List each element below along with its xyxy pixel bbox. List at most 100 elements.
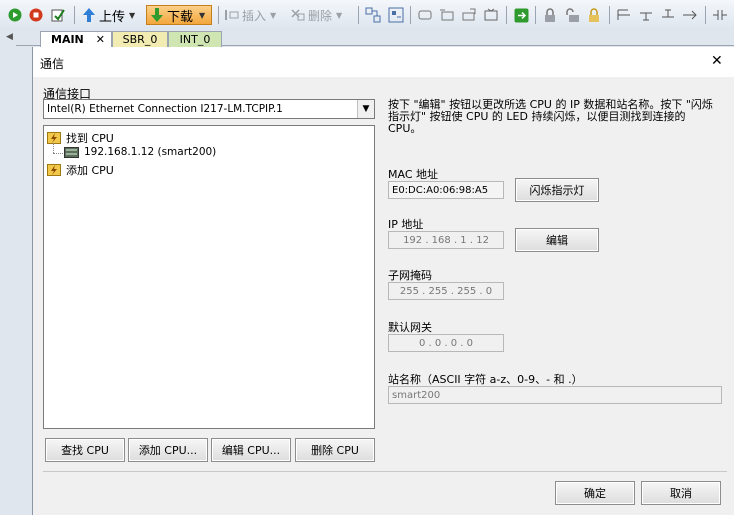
green-arrow-icon <box>514 8 528 22</box>
lightning-folder-icon <box>47 164 61 176</box>
interface-select[interactable]: Intel(R) Ethernet Connection I217-LM.TCP… <box>43 99 375 119</box>
delete-cpu-button[interactable]: 删除 CPU <box>295 438 375 462</box>
stop-button[interactable] <box>27 5 45 25</box>
find-cpu-button[interactable]: 查找 CPU <box>45 438 125 462</box>
tree-node-label: 添加 CPU <box>66 164 114 177</box>
compile-button[interactable] <box>48 5 68 25</box>
blink-led-button[interactable]: 闪烁指示灯 <box>515 178 599 202</box>
tree-node-label: 找到 CPU <box>66 132 114 145</box>
toolbar-separator <box>410 6 411 24</box>
station-name-field[interactable]: smart200 <box>388 386 722 404</box>
toolbar: 上传 ▼ 下载 ▼ 插入 ▼ 删除 ▼ <box>0 0 734 31</box>
close-icon[interactable]: ✕ <box>96 32 105 47</box>
dialog-divider <box>43 471 727 472</box>
tree-connector <box>53 153 63 155</box>
stop-icon <box>29 8 43 22</box>
chevron-down-icon: ▼ <box>129 10 136 20</box>
unlock-button[interactable] <box>562 5 582 25</box>
program-view-button[interactable] <box>386 5 406 25</box>
tab-int0[interactable]: INT_0 <box>168 31 222 47</box>
upload-button[interactable]: 上传 ▼ <box>81 5 143 25</box>
download-button[interactable]: 下载 ▼ <box>146 5 212 25</box>
chevron-down-icon: ▼ <box>336 10 343 20</box>
delete-label: 删除 <box>308 8 333 23</box>
chevron-left-icon[interactable]: ◀ <box>6 32 13 42</box>
toolbar-separator <box>358 6 359 24</box>
arrow-down-icon <box>151 8 163 22</box>
insert-button[interactable]: 插入 ▼ <box>224 5 286 25</box>
insert-icon <box>225 10 239 20</box>
toolbar-separator <box>535 6 536 24</box>
cancel-button[interactable]: 取消 <box>641 481 721 505</box>
tree-node-device[interactable]: 192.168.1.12 (smart200) <box>64 146 216 158</box>
tab-label: SBR_0 <box>122 33 158 46</box>
tab-sbr0[interactable]: SBR_0 <box>112 31 168 47</box>
subnet-label: 子网掩码 <box>388 269 432 282</box>
dialog-title: 通信 <box>40 57 65 71</box>
key-lock-button[interactable] <box>584 5 604 25</box>
editor-tabs: ◀ MAIN ✕ SBR_0 INT_0 <box>0 30 734 47</box>
arrow-right-icon <box>683 10 697 20</box>
subnet-field[interactable]: 255 . 255 . 255 . 0 <box>388 282 504 300</box>
communication-dialog: 通信 ✕ 通信接口 Intel(R) Ethernet Connection I… <box>32 47 734 515</box>
gateway-label: 默认网关 <box>388 321 432 334</box>
toolbar-separator <box>506 6 507 24</box>
go-button[interactable] <box>511 5 531 25</box>
chevron-down-icon: ▼ <box>199 10 206 20</box>
dialog-titlebar: 通信 ✕ <box>33 47 734 77</box>
run-button[interactable] <box>6 5 24 25</box>
ok-button[interactable]: 确定 <box>555 481 635 505</box>
rectangle-icon <box>418 10 432 20</box>
delete-icon <box>291 9 305 21</box>
key-lock-icon <box>589 7 599 22</box>
upload-label: 上传 <box>99 9 126 25</box>
network-icon <box>365 7 381 23</box>
mac-field: E0:DC:A0:06:98:A5 <box>388 181 504 199</box>
delete-button[interactable]: 删除 ▼ <box>290 5 354 25</box>
toolbar-separator <box>609 6 610 24</box>
tab-label: MAIN <box>51 33 84 46</box>
station-name-label: 站名称（ASCII 字符 a-z、0-9、- 和 .） <box>388 373 583 386</box>
contact-insert-button[interactable] <box>710 5 730 25</box>
lock-button[interactable] <box>540 5 560 25</box>
coil-button[interactable] <box>437 5 457 25</box>
arrow-up-icon <box>83 8 95 22</box>
add-cpu-button[interactable]: 添加 CPU... <box>128 438 208 462</box>
tab-main[interactable]: MAIN ✕ <box>40 31 112 47</box>
toolbar-separator <box>705 6 706 24</box>
download-label: 下载 <box>167 9 194 25</box>
compile-icon <box>51 9 65 22</box>
run-icon <box>8 8 22 22</box>
tree-connector <box>53 143 55 153</box>
ip-field[interactable]: 192 . 168 . 1 . 12 <box>388 231 504 249</box>
edit-button[interactable]: 编辑 <box>515 228 599 252</box>
branch-button[interactable] <box>614 5 634 25</box>
padlock-icon <box>566 7 579 22</box>
edit-cpu-button[interactable]: 编辑 CPU... <box>211 438 291 462</box>
branch-down-button[interactable] <box>636 5 656 25</box>
toolbar-separator <box>218 6 219 24</box>
tab-label: INT_0 <box>179 33 211 46</box>
gateway-field[interactable]: 0 . 0 . 0 . 0 <box>388 334 504 352</box>
chevron-down-icon[interactable]: ▼ <box>357 100 374 118</box>
close-icon[interactable]: ✕ <box>711 53 723 69</box>
branch-up-button[interactable] <box>658 5 678 25</box>
monitor-button[interactable] <box>481 5 501 25</box>
box-link-icon <box>462 8 476 21</box>
contact-button[interactable] <box>415 5 435 25</box>
ip-label: IP 地址 <box>388 218 424 231</box>
lock-icon <box>545 7 555 22</box>
network-button[interactable] <box>363 5 383 25</box>
contact-icon <box>713 10 727 20</box>
branch-up-icon <box>662 9 674 18</box>
tree-node-add-cpu[interactable]: 添加 CPU <box>47 162 114 178</box>
box-button[interactable] <box>459 5 479 25</box>
mac-label: MAC 地址 <box>388 168 438 181</box>
line-right-button[interactable] <box>680 5 700 25</box>
tree-node-label: 192.168.1.12 (smart200) <box>84 146 217 158</box>
tree-node-found-cpu[interactable]: 找到 CPU <box>47 130 114 146</box>
interface-value: Intel(R) Ethernet Connection I217-LM.TCP… <box>47 103 283 115</box>
info-text: 按下 "编辑" 按钮以更改所选 CPU 的 IP 数据和站名称。按下 "闪烁指示… <box>388 98 713 135</box>
chevron-down-icon: ▼ <box>270 10 277 20</box>
branch-icon <box>617 9 630 20</box>
